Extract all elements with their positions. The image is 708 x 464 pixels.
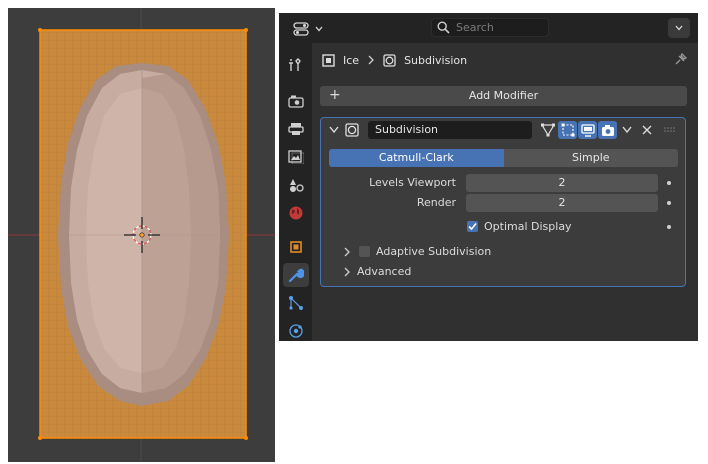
properties-editor: Search Ice Subdivision + Add Modifier Su… bbox=[279, 13, 698, 341]
optimal-display-checkbox[interactable] bbox=[467, 221, 478, 232]
world-icon bbox=[289, 206, 303, 220]
vertex bbox=[244, 28, 248, 32]
modifier-properties: Ice Subdivision + Add Modifier Subdivisi… bbox=[312, 43, 698, 341]
pin-icon[interactable] bbox=[674, 52, 688, 66]
advanced-label: Advanced bbox=[357, 265, 412, 278]
subdivision-icon bbox=[383, 53, 396, 67]
tab-world[interactable] bbox=[283, 201, 309, 225]
search-field[interactable]: Search bbox=[431, 18, 549, 37]
search-placeholder: Search bbox=[456, 21, 494, 34]
3d-viewport[interactable] bbox=[8, 8, 275, 462]
monitor-icon bbox=[580, 123, 595, 137]
render-levels-field[interactable]: 2 bbox=[466, 194, 658, 212]
camera-icon bbox=[601, 124, 614, 136]
view-layer-icon bbox=[288, 150, 304, 164]
tab-particles[interactable] bbox=[283, 291, 309, 315]
viewport-canvas[interactable] bbox=[8, 8, 275, 462]
output-icon bbox=[288, 123, 304, 135]
chevron-right-icon bbox=[344, 267, 350, 276]
chevron-right-icon bbox=[368, 55, 374, 65]
modifier-menu-chevron-icon[interactable] bbox=[622, 126, 632, 134]
levels-viewport-label: Levels Viewport bbox=[369, 176, 456, 189]
add-modifier-button[interactable]: + Add Modifier bbox=[320, 86, 687, 106]
properties-header: Search bbox=[279, 13, 698, 43]
simple-option[interactable]: Simple bbox=[503, 149, 678, 167]
breadcrumb: Ice Subdivision bbox=[322, 51, 467, 69]
vertex bbox=[38, 436, 42, 440]
search-icon bbox=[437, 21, 450, 34]
adaptive-subdivision-checkbox[interactable] bbox=[359, 246, 370, 257]
collapse-chevron-icon[interactable] bbox=[329, 126, 339, 134]
tab-physics[interactable] bbox=[283, 319, 309, 343]
tab-object[interactable] bbox=[283, 235, 309, 259]
show-render-toggle[interactable] bbox=[598, 121, 617, 139]
object-icon bbox=[290, 241, 302, 253]
render-levels-label: Render bbox=[416, 196, 456, 209]
subdivision-type-selector: Catmull-Clark Simple bbox=[329, 149, 678, 167]
keyframe-dot[interactable] bbox=[667, 201, 671, 205]
chevron-right-icon bbox=[344, 247, 350, 256]
subdivision-icon bbox=[345, 123, 359, 137]
drag-handle-icon[interactable] bbox=[664, 127, 676, 133]
adaptive-subdivision-subpanel[interactable]: Adaptive Subdivision bbox=[343, 245, 491, 258]
tab-view-layer[interactable] bbox=[283, 145, 309, 169]
tab-modifier[interactable] bbox=[283, 263, 309, 287]
render-icon bbox=[288, 95, 304, 108]
tool-icon bbox=[289, 58, 301, 71]
modifier-header: Subdivision bbox=[321, 118, 685, 142]
vertex bbox=[244, 436, 248, 440]
modifier-name-field[interactable]: Subdivision bbox=[368, 121, 532, 139]
show-viewport-toggle[interactable] bbox=[578, 121, 597, 139]
physics-icon bbox=[289, 324, 303, 338]
levels-viewport-row: Levels Viewport 2 bbox=[321, 174, 685, 192]
add-modifier-label: Add Modifier bbox=[468, 89, 539, 102]
edit-mode-icon bbox=[540, 123, 555, 137]
breadcrumb-modifier: Subdivision bbox=[404, 53, 468, 67]
catmull-clark-option[interactable]: Catmull-Clark bbox=[329, 149, 504, 167]
properties-editor-icon bbox=[293, 21, 309, 36]
adaptive-subdivision-label: Adaptive Subdivision bbox=[376, 245, 492, 258]
advanced-subpanel[interactable]: Advanced bbox=[343, 265, 411, 278]
scene-icon bbox=[290, 179, 304, 192]
levels-viewport-field[interactable]: 2 bbox=[466, 174, 658, 192]
checkmark-icon bbox=[468, 222, 477, 231]
tab-scene[interactable] bbox=[283, 173, 309, 197]
particles-icon bbox=[289, 296, 303, 310]
tab-output[interactable] bbox=[283, 117, 309, 141]
keyframe-dot[interactable] bbox=[667, 181, 671, 185]
tab-render[interactable] bbox=[283, 89, 309, 113]
properties-tabs bbox=[279, 43, 312, 341]
options-dropdown-button[interactable] bbox=[668, 18, 690, 38]
chevron-down-icon bbox=[315, 26, 323, 31]
chevron-down-icon bbox=[675, 25, 683, 31]
editor-type-button[interactable] bbox=[291, 19, 325, 38]
on-cage-icon bbox=[561, 123, 574, 137]
edit-mode-toggle[interactable] bbox=[538, 121, 557, 139]
keyframe-dot[interactable] bbox=[667, 225, 671, 229]
vertex bbox=[38, 28, 42, 32]
optimal-display-toggle[interactable]: Optimal Display bbox=[467, 220, 572, 233]
on-cage-toggle[interactable] bbox=[558, 121, 577, 139]
tab-tool[interactable] bbox=[283, 53, 309, 77]
modifier-wrench-icon bbox=[288, 267, 304, 283]
object-data-icon bbox=[322, 53, 335, 67]
optimal-display-label: Optimal Display bbox=[484, 220, 572, 233]
breadcrumb-object: Ice bbox=[343, 53, 360, 67]
subdivision-modifier-panel: Subdivision Catmull-Clark Simple Levels … bbox=[320, 117, 686, 287]
render-levels-row: Render 2 bbox=[321, 194, 685, 212]
close-icon[interactable] bbox=[642, 125, 652, 135]
